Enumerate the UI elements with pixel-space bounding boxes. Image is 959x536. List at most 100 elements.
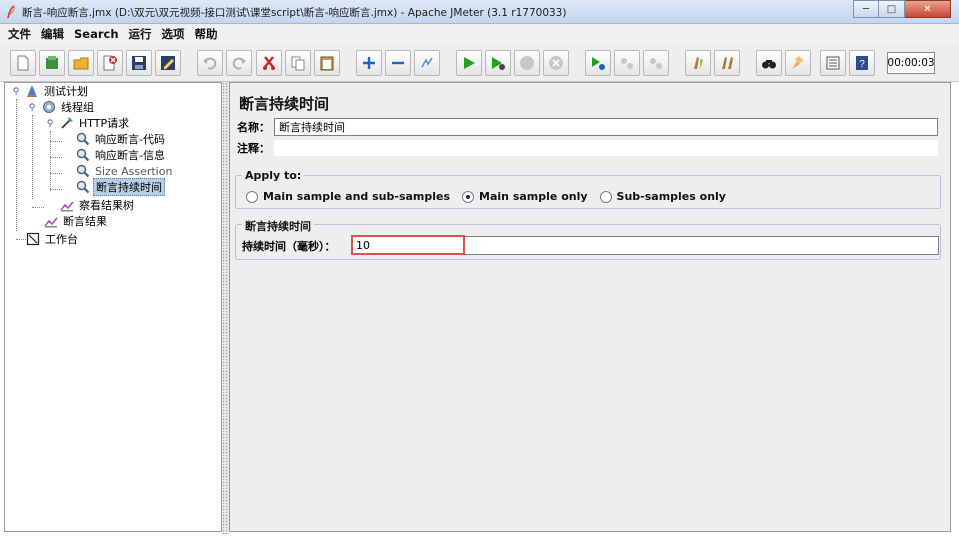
radio-main-and-sub[interactable]: Main sample and sub-samples xyxy=(246,190,450,203)
remote-stop-icon xyxy=(621,58,633,69)
menu-options[interactable]: 选项 xyxy=(162,26,185,42)
menu-edit[interactable]: 编辑 xyxy=(41,26,64,42)
tree-node-response-assertion-code[interactable]: 响应断言-代码 xyxy=(76,131,167,147)
jmeter-feather-icon xyxy=(7,5,15,19)
search-icon xyxy=(762,60,776,69)
start-icon xyxy=(464,57,475,69)
comment-label: 注释： xyxy=(237,142,270,155)
help-icon: ? xyxy=(856,56,868,70)
expand-icon xyxy=(363,57,375,69)
tree-node-label: 断言持续时间 xyxy=(93,178,165,196)
listener-icon xyxy=(60,201,74,212)
templates-button[interactable] xyxy=(39,50,65,76)
shutdown-icon xyxy=(549,56,563,70)
stop-icon xyxy=(520,56,534,70)
maximize-button[interactable]: □ xyxy=(879,0,905,18)
assertion-icon xyxy=(76,164,90,178)
comment-field[interactable] xyxy=(274,140,938,156)
expand-toggle-icon[interactable]: ⚲ xyxy=(27,103,37,113)
search-button[interactable] xyxy=(756,50,782,76)
sampler-icon xyxy=(61,117,73,129)
thread-group-icon xyxy=(43,101,55,113)
test-plan-tree[interactable]: ⚲ 测试计划 ⚲ 线程组 ⚲ HTTP请求 响应断言-代码 响应断言-信息 Si… xyxy=(4,82,222,532)
undo-icon xyxy=(203,57,217,70)
tree-node-label: 线程组 xyxy=(61,101,94,114)
radio-label: Main sample only xyxy=(479,190,588,203)
duration-label: 持续时间（毫秒）： xyxy=(242,240,336,253)
tree-node-duration-assertion[interactable]: 断言持续时间 xyxy=(76,178,165,196)
tree-node-assertion-results[interactable]: 断言结果 xyxy=(44,213,109,229)
toolbar: ? xyxy=(0,44,959,82)
close-icon xyxy=(103,55,117,71)
redo-button[interactable] xyxy=(226,50,252,76)
clear-all-button[interactable] xyxy=(714,50,740,76)
stop-button[interactable] xyxy=(514,50,540,76)
apply-to-options: Main sample and sub-samples Main sample … xyxy=(246,190,738,203)
remote-shutdown-button[interactable] xyxy=(643,50,669,76)
toggle-button[interactable] xyxy=(414,50,440,76)
expand-all-button[interactable] xyxy=(356,50,382,76)
remote-start-button[interactable] xyxy=(585,50,611,76)
duration-group-title: 断言持续时间 xyxy=(242,218,314,234)
cut-button[interactable] xyxy=(256,50,282,76)
undo-button[interactable] xyxy=(197,50,223,76)
shutdown-button[interactable] xyxy=(543,50,569,76)
redo-icon xyxy=(232,57,246,70)
menu-search[interactable]: Search xyxy=(74,27,119,41)
apply-to-title: Apply to: xyxy=(242,169,305,182)
tree-node-thread-group[interactable]: 线程组 xyxy=(42,99,96,115)
open-icon xyxy=(73,57,89,70)
tree-node-workbench[interactable]: 工作台 xyxy=(26,231,80,247)
function-helper-button[interactable] xyxy=(820,50,846,76)
tree-node-size-assertion[interactable]: Size Assertion xyxy=(76,163,174,179)
new-button[interactable] xyxy=(10,50,36,76)
paste-button[interactable] xyxy=(314,50,340,76)
expand-toggle-icon[interactable]: ⚲ xyxy=(45,119,55,129)
menu-help[interactable]: 帮助 xyxy=(195,26,218,42)
clear-button[interactable] xyxy=(685,50,711,76)
close-file-button[interactable] xyxy=(97,50,123,76)
tree-connector xyxy=(32,207,44,208)
tree-node-http-request[interactable]: HTTP请求 xyxy=(60,115,131,131)
expand-toggle-icon[interactable]: ⚲ xyxy=(11,87,21,97)
remote-start-icon xyxy=(592,57,605,70)
copy-button[interactable] xyxy=(285,50,311,76)
collapse-all-button[interactable] xyxy=(385,50,411,76)
panel-splitter[interactable] xyxy=(222,82,229,534)
tree-node-view-results-tree[interactable]: 察看结果树 xyxy=(60,197,136,213)
toggle-icon xyxy=(421,57,433,68)
close-window-button[interactable]: ✕ xyxy=(905,0,951,18)
minimize-button[interactable]: ─ xyxy=(853,0,879,18)
reset-search-icon xyxy=(792,56,804,69)
tree-node-label: 察看结果树 xyxy=(79,199,134,212)
start-button[interactable] xyxy=(456,50,482,76)
radio-sub-only[interactable]: Sub-samples only xyxy=(599,190,726,203)
radio-main-only[interactable]: Main sample only xyxy=(462,190,588,203)
menu-file[interactable]: 文件 xyxy=(8,26,31,42)
tree-connector xyxy=(50,189,62,190)
save-button[interactable] xyxy=(126,50,152,76)
function-helper-icon xyxy=(826,56,840,70)
comment-row: 注释： xyxy=(237,139,938,157)
duration-field[interactable]: 10 xyxy=(351,236,939,255)
save-as-icon xyxy=(161,56,175,70)
radio-circle-icon xyxy=(599,190,612,203)
menu-bar: 文件 编辑 Search 运行 选项 帮助 xyxy=(0,24,959,44)
tree-node-label: 工作台 xyxy=(45,233,78,246)
reset-search-button[interactable] xyxy=(785,50,811,76)
tree-node-test-plan[interactable]: 测试计划 xyxy=(25,83,90,99)
start-no-pause-button[interactable] xyxy=(485,50,511,76)
tree-node-label: 响应断言-信息 xyxy=(95,149,165,162)
duration-assertion-panel: 断言持续时间 名称： 断言持续时间 注释： Apply to: Main sam… xyxy=(229,82,951,532)
help-button[interactable]: ? xyxy=(849,50,875,76)
name-field[interactable]: 断言持续时间 xyxy=(274,118,938,136)
remote-stop-button[interactable] xyxy=(614,50,640,76)
tree-node-label: Size Assertion xyxy=(95,164,173,178)
menu-run[interactable]: 运行 xyxy=(129,26,152,42)
elapsed-timer: 00:00:03 xyxy=(887,52,935,74)
collapse-icon xyxy=(392,61,404,65)
panel-title: 断言持续时间 xyxy=(239,95,330,113)
tree-node-response-assertion-info[interactable]: 响应断言-信息 xyxy=(76,147,167,163)
save-as-button[interactable] xyxy=(155,50,181,76)
open-button[interactable] xyxy=(68,50,94,76)
